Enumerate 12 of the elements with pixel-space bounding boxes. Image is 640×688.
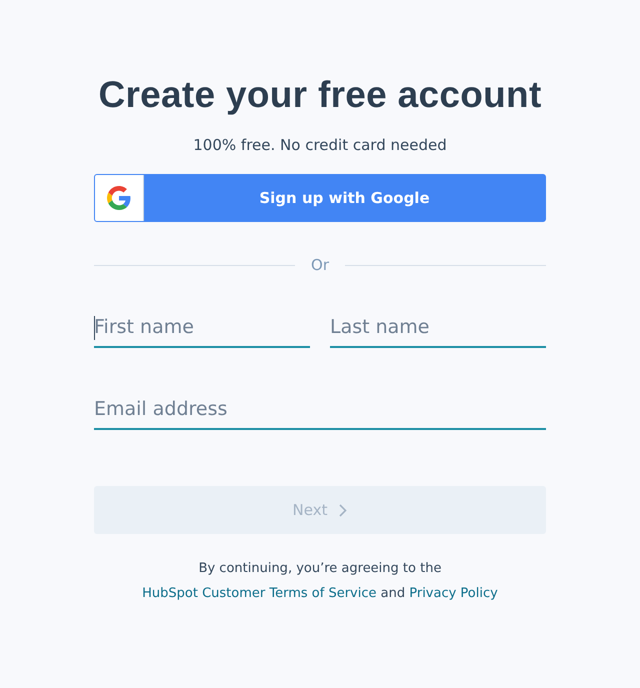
input-field[interactable]: First name bbox=[94, 308, 310, 348]
google-signup-button[interactable]: Sign up with Google bbox=[94, 174, 546, 222]
terms-text: By continuing, you’re agreeing to the HubSpot Customer Terms of Service and Privacy Policy bbox=[141, 560, 499, 603]
chevron-right-icon bbox=[339, 504, 348, 516]
terms-link[interactable]: HubSpot Customer Terms of Service bbox=[142, 586, 376, 601]
subtitle: 100% free. No credit card needed bbox=[192, 136, 448, 154]
divider-label: Or bbox=[311, 256, 329, 274]
input-field[interactable]: Last name bbox=[330, 308, 546, 348]
page-title: Create your free account bbox=[97, 74, 543, 116]
input-field[interactable]: Email address bbox=[94, 390, 546, 430]
terms-link[interactable]: Privacy Policy bbox=[409, 586, 498, 601]
g-logo-icon bbox=[107, 186, 131, 210]
